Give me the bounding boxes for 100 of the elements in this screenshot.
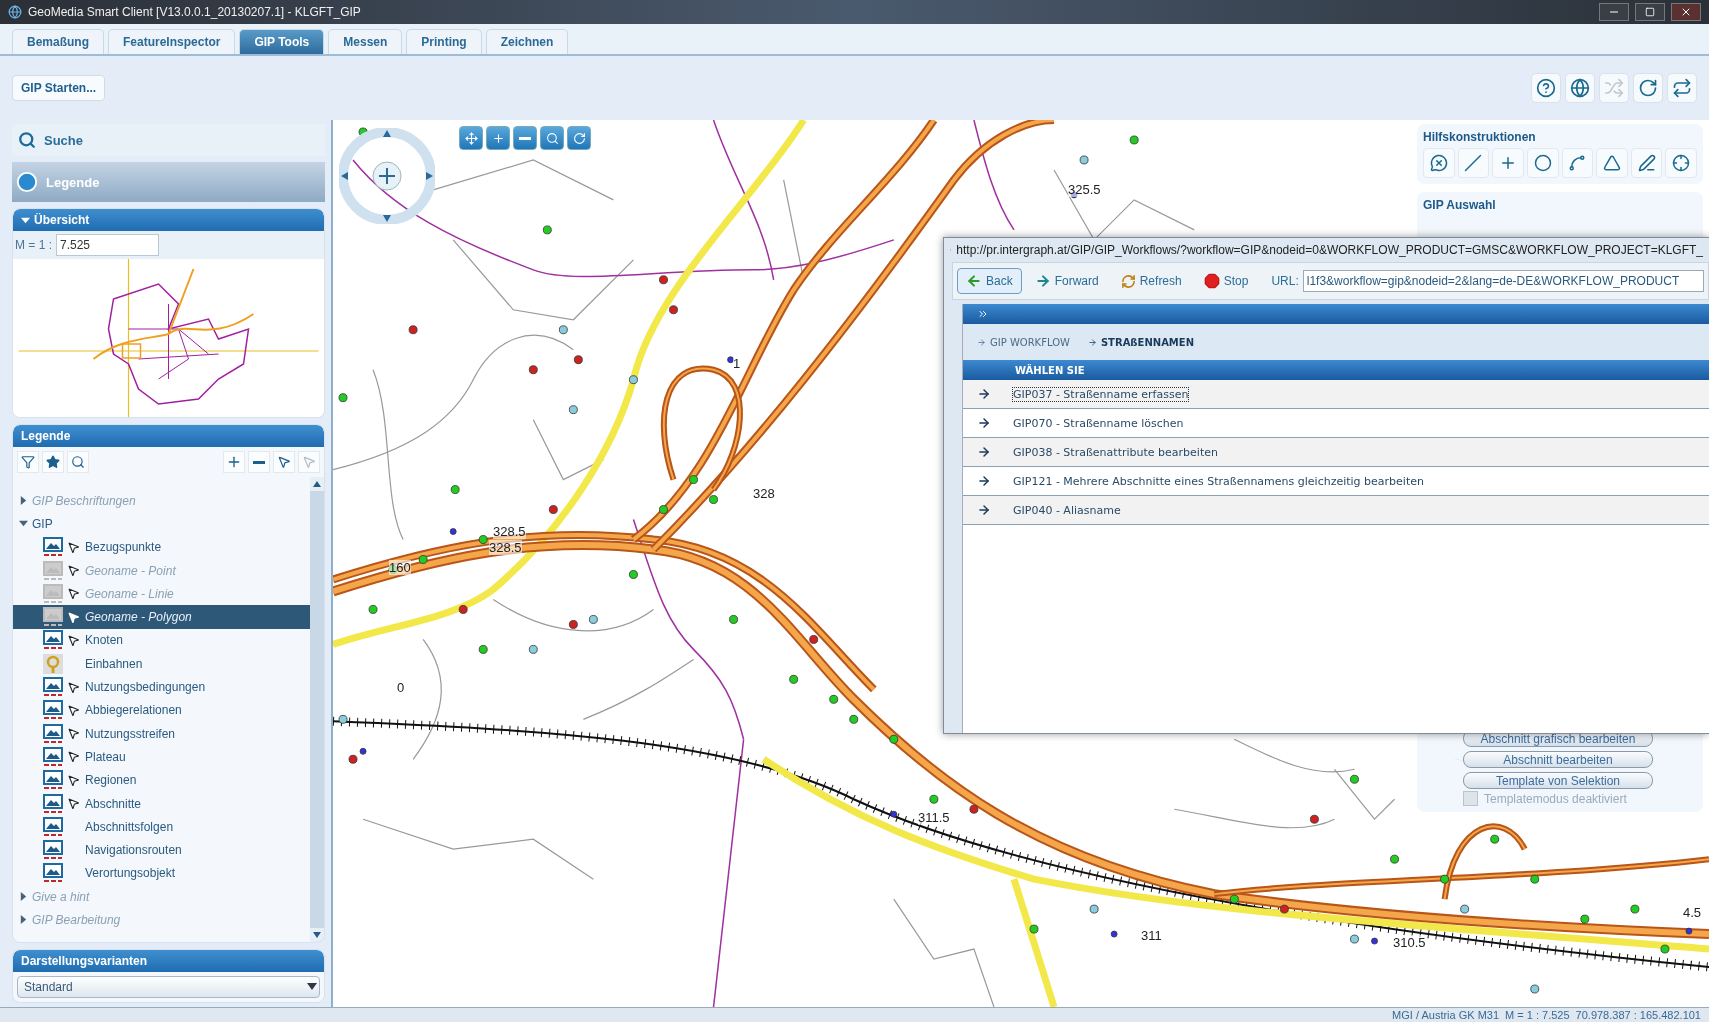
panel-action-button[interactable]: Abschnitt bearbeiten [1463, 751, 1653, 768]
legend-layer-row[interactable]: Abbiegerelationen [13, 698, 310, 722]
ribbon-tab[interactable]: FeatureInspector [108, 29, 236, 54]
map-label: 311 [1141, 928, 1162, 943]
pointer-icon [302, 455, 316, 469]
crosshair-button[interactable] [1665, 148, 1697, 178]
overview-header[interactable]: Übersicht [13, 209, 324, 231]
image-layer-icon [43, 607, 63, 628]
legend-layer-row[interactable]: Knoten [13, 628, 310, 653]
workflow-item[interactable]: GIP038 - Straßenattribute bearbeiten [963, 438, 1709, 467]
legend-layer-row[interactable]: Abschnittsfolgen [13, 815, 310, 839]
pointer-icon [67, 750, 80, 764]
map-tool-button[interactable] [540, 126, 564, 150]
pen-button[interactable] [1630, 148, 1663, 178]
expanded-caret-icon[interactable] [19, 519, 28, 529]
circle-button[interactable] [1526, 148, 1559, 178]
pointer-button[interactable] [273, 451, 295, 473]
polyline-button[interactable] [1561, 148, 1594, 178]
loop-button[interactable] [1667, 73, 1697, 103]
legend-layer-row[interactable]: Bezugspunkte [13, 535, 310, 559]
globe-button[interactable] [1565, 73, 1595, 103]
search-button[interactable]: Suche [12, 124, 325, 156]
variant-dropdown[interactable]: Standard [17, 976, 320, 998]
legend-layer-row[interactable]: Verortungsobjekt [13, 861, 310, 886]
loop-icon [1672, 78, 1692, 98]
workflow-item[interactable]: GIP037 - Straßenname erfassen [963, 380, 1709, 409]
triangle-icon [1602, 154, 1621, 172]
help-button[interactable] [1531, 73, 1561, 103]
expand-icon[interactable] [977, 308, 989, 320]
scale-field[interactable]: 7.525 [56, 234, 159, 256]
map-label: 160 [389, 560, 411, 575]
image-layer-icon [43, 793, 63, 814]
breadcrumb-link[interactable]: GIP WORKFLOW [977, 336, 1070, 348]
stop-button[interactable]: Stop [1194, 268, 1258, 294]
legend-layer-row[interactable]: Navigationsrouten [13, 838, 310, 862]
map-tool-button[interactable] [459, 126, 483, 150]
plus-button[interactable] [1492, 148, 1524, 178]
legend-layer-row[interactable]: Nutzungsbedingungen [13, 675, 310, 699]
ribbon-tab[interactable]: GIP Tools [239, 29, 325, 54]
layer-label: Abbiegerelationen [85, 703, 182, 718]
add-button[interactable] [223, 451, 245, 473]
map-tool-button[interactable] [567, 126, 591, 150]
star-button[interactable] [42, 451, 64, 473]
image-layer-icon [43, 863, 63, 884]
image-layer-icon [43, 677, 63, 697]
panel-action-button[interactable]: Template von Selektion [1463, 772, 1653, 789]
image-layer-icon [43, 537, 63, 558]
arrow-icon [977, 337, 986, 347]
pointer-icon [67, 773, 80, 787]
map-label: 325.5 [1068, 182, 1101, 197]
back-button[interactable]: Back [957, 268, 1022, 294]
checkbox[interactable] [1463, 791, 1478, 806]
circle-icon [1533, 154, 1552, 172]
ribbon-tab[interactable]: Bemaßung [12, 29, 104, 54]
map-label: 311.5 [918, 810, 950, 825]
triangle-button[interactable] [1596, 148, 1628, 178]
breadcrumb-link[interactable]: STRAßENNAMEN [1087, 336, 1195, 348]
layer-group-label[interactable]: GIP [32, 516, 53, 531]
remove-button[interactable] [248, 451, 270, 473]
restore-icon [1645, 7, 1655, 17]
search-button[interactable] [67, 451, 89, 473]
close-button[interactable] [1671, 3, 1701, 21]
url-label: URL: [1271, 274, 1299, 288]
legend-layer-row[interactable]: Regionen [13, 768, 310, 792]
rotate-button[interactable] [1633, 73, 1663, 103]
ribbon-tab[interactable]: Zeichnen [485, 29, 569, 54]
scroll-up-icon[interactable] [313, 481, 321, 487]
forward-button[interactable]: Forward [1025, 268, 1108, 294]
close-icon [1680, 6, 1692, 18]
scroll-down-icon[interactable] [313, 932, 321, 938]
url-field[interactable]: l1f3&workflow=gip&nodeid=2&lang=de-DE&WORKFLOW_PRODUCT [1302, 270, 1704, 292]
image-layer-icon [43, 723, 63, 744]
callout-icon [1429, 154, 1448, 172]
callout-button[interactable] [1423, 148, 1455, 178]
pointer-icon [67, 587, 80, 601]
legend-layer-row[interactable]: Abschnitte [13, 791, 310, 816]
ribbon-tab[interactable]: Messen [328, 29, 403, 54]
minimize-button[interactable] [1599, 3, 1629, 21]
gip-start-button[interactable]: GIP Starten... [12, 75, 106, 101]
image-layer-icon [43, 746, 63, 767]
list-header: WÄHLEN SIE [963, 360, 1709, 380]
arrow-icon [977, 445, 991, 459]
filter-button[interactable] [17, 451, 39, 473]
workflow-item[interactable]: GIP040 - Aliasname [963, 496, 1709, 525]
layer-label: Nutzungsstreifen [85, 726, 176, 741]
ribbon-tab[interactable]: Printing [406, 29, 482, 54]
plus-icon [226, 454, 242, 470]
restore-button[interactable] [1635, 3, 1665, 21]
scrollbar[interactable] [310, 477, 324, 942]
refresh-button[interactable]: Refresh [1111, 268, 1191, 294]
pan-zoom-control-icon[interactable] [339, 128, 435, 224]
legend-layer-row[interactable]: Einbahnen [13, 652, 310, 676]
legend-layer-row[interactable]: Nutzungsstreifen [13, 721, 310, 746]
map-tool-button[interactable] [513, 126, 537, 150]
layer-label: Einbahnen [85, 656, 143, 671]
pointer-icon [67, 727, 80, 741]
crosshair-icon [1672, 154, 1691, 172]
map-tool-button[interactable] [486, 126, 510, 150]
legend-layer-row[interactable]: Plateau [13, 745, 310, 769]
back-icon [966, 273, 982, 289]
